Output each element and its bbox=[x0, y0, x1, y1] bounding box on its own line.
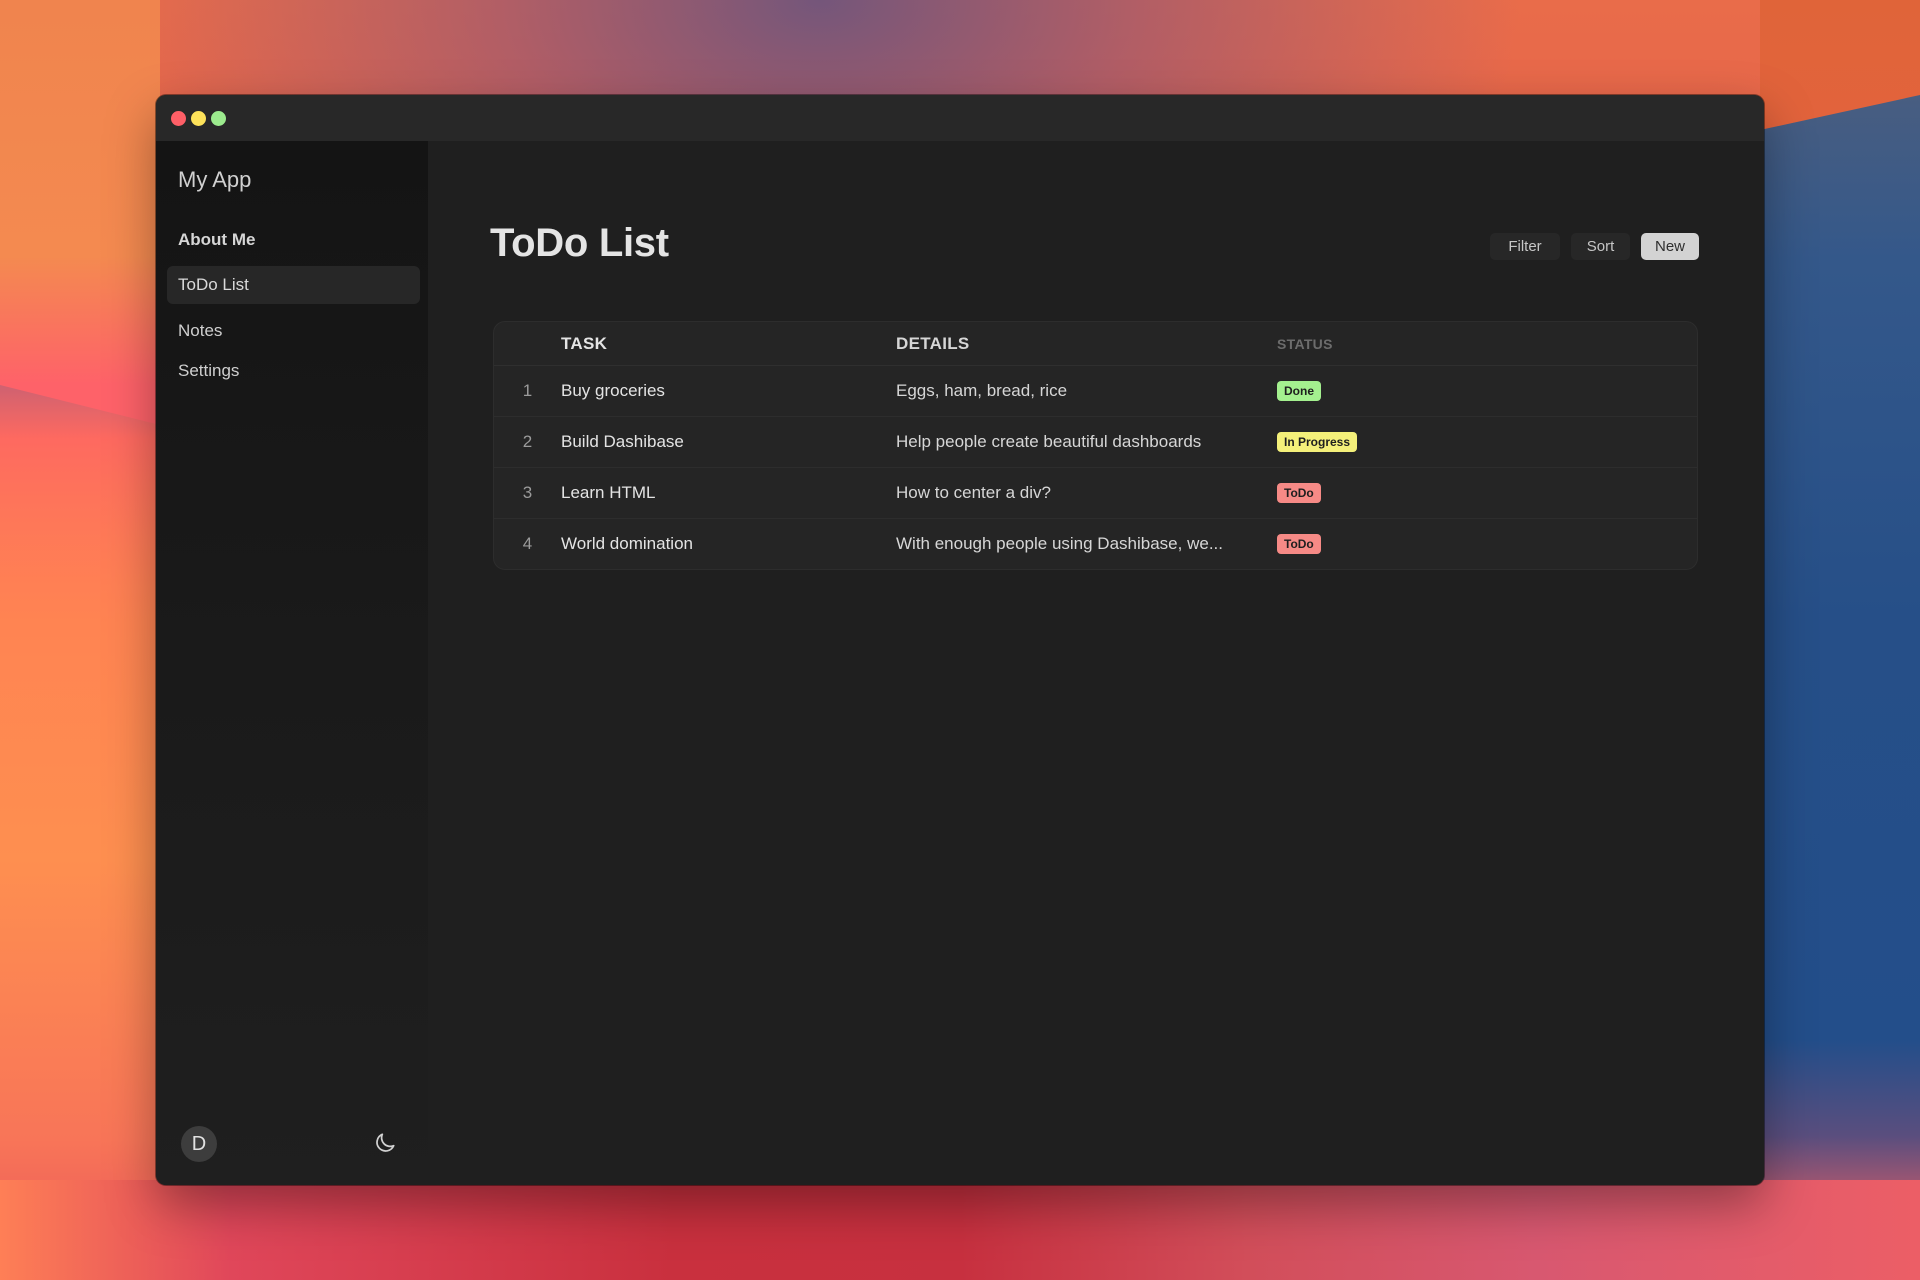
toolbar: Filter Sort New bbox=[1490, 233, 1699, 260]
moon-icon bbox=[376, 1133, 395, 1152]
status-cell: Done bbox=[1277, 381, 1697, 401]
status-badge: ToDo bbox=[1277, 483, 1321, 503]
theme-toggle-button[interactable] bbox=[372, 1130, 398, 1156]
task-name: World domination bbox=[561, 534, 693, 553]
sidebar: My App About Me ToDo List Notes Settings… bbox=[156, 141, 428, 1185]
app-window: My App About Me ToDo List Notes Settings… bbox=[156, 95, 1764, 1185]
avatar[interactable]: D bbox=[181, 1126, 217, 1162]
maximize-window-button[interactable] bbox=[211, 111, 226, 126]
new-button[interactable]: New bbox=[1641, 233, 1699, 260]
wallpaper-left-wave bbox=[0, 385, 160, 1280]
row-number: 3 bbox=[522, 483, 533, 502]
column-header-details[interactable]: Details bbox=[896, 334, 1277, 354]
todo-table: Task Details Status 1 Buy groceries Eggs… bbox=[493, 321, 1698, 570]
row-number: 4 bbox=[522, 534, 533, 553]
page-title: ToDo List bbox=[490, 221, 669, 265]
column-header-status[interactable]: Status bbox=[1277, 336, 1697, 352]
window-body: My App About Me ToDo List Notes Settings… bbox=[156, 141, 1764, 1185]
close-window-button[interactable] bbox=[171, 111, 186, 126]
task-details: With enough people using Dashibase, we..… bbox=[896, 534, 1223, 553]
sidebar-item-notes[interactable]: Notes bbox=[167, 313, 420, 349]
row-number: 1 bbox=[522, 381, 533, 400]
status-cell: ToDo bbox=[1277, 483, 1697, 503]
status-badge: ToDo bbox=[1277, 534, 1321, 554]
table-row[interactable]: 1 Buy groceries Eggs, ham, bread, rice D… bbox=[494, 366, 1697, 417]
table-header: Task Details Status bbox=[494, 322, 1697, 366]
table-body: 1 Buy groceries Eggs, ham, bread, rice D… bbox=[494, 366, 1697, 569]
title-bar bbox=[156, 95, 1764, 141]
task-name: Learn HTML bbox=[561, 483, 656, 502]
row-number: 2 bbox=[522, 432, 533, 451]
sidebar-item-settings[interactable]: Settings bbox=[167, 352, 420, 390]
status-badge: Done bbox=[1277, 381, 1321, 401]
main-content: ToDo List Filter Sort New Task Details S… bbox=[428, 141, 1764, 1185]
sidebar-item-about-me[interactable]: About Me bbox=[167, 221, 420, 259]
sidebar-item-todo-list[interactable]: ToDo List bbox=[167, 266, 420, 304]
table-row[interactable]: 2 Build Dashibase Help people create bea… bbox=[494, 417, 1697, 468]
sidebar-nav: About Me ToDo List Notes Settings bbox=[167, 221, 420, 394]
column-header-task[interactable]: Task bbox=[561, 334, 896, 354]
task-details: Eggs, ham, bread, rice bbox=[896, 381, 1068, 400]
status-cell: ToDo bbox=[1277, 534, 1697, 554]
wallpaper-bottom bbox=[0, 1180, 1920, 1280]
status-badge: In Progress bbox=[1277, 432, 1358, 452]
filter-button[interactable]: Filter bbox=[1490, 233, 1560, 260]
table-row[interactable]: 4 World domination With enough people us… bbox=[494, 519, 1697, 569]
wallpaper-right-wave bbox=[1760, 95, 1920, 1280]
minimize-window-button[interactable] bbox=[191, 111, 206, 126]
task-name: Buy groceries bbox=[561, 381, 665, 400]
table-row[interactable]: 3 Learn HTML How to center a div? ToDo bbox=[494, 468, 1697, 519]
sort-button[interactable]: Sort bbox=[1571, 233, 1630, 260]
task-details: How to center a div? bbox=[896, 483, 1051, 502]
task-name: Build Dashibase bbox=[561, 432, 684, 451]
status-cell: In Progress bbox=[1277, 432, 1697, 452]
task-details: Help people create beautiful dashboards bbox=[896, 432, 1202, 451]
app-name: My App bbox=[178, 167, 252, 192]
